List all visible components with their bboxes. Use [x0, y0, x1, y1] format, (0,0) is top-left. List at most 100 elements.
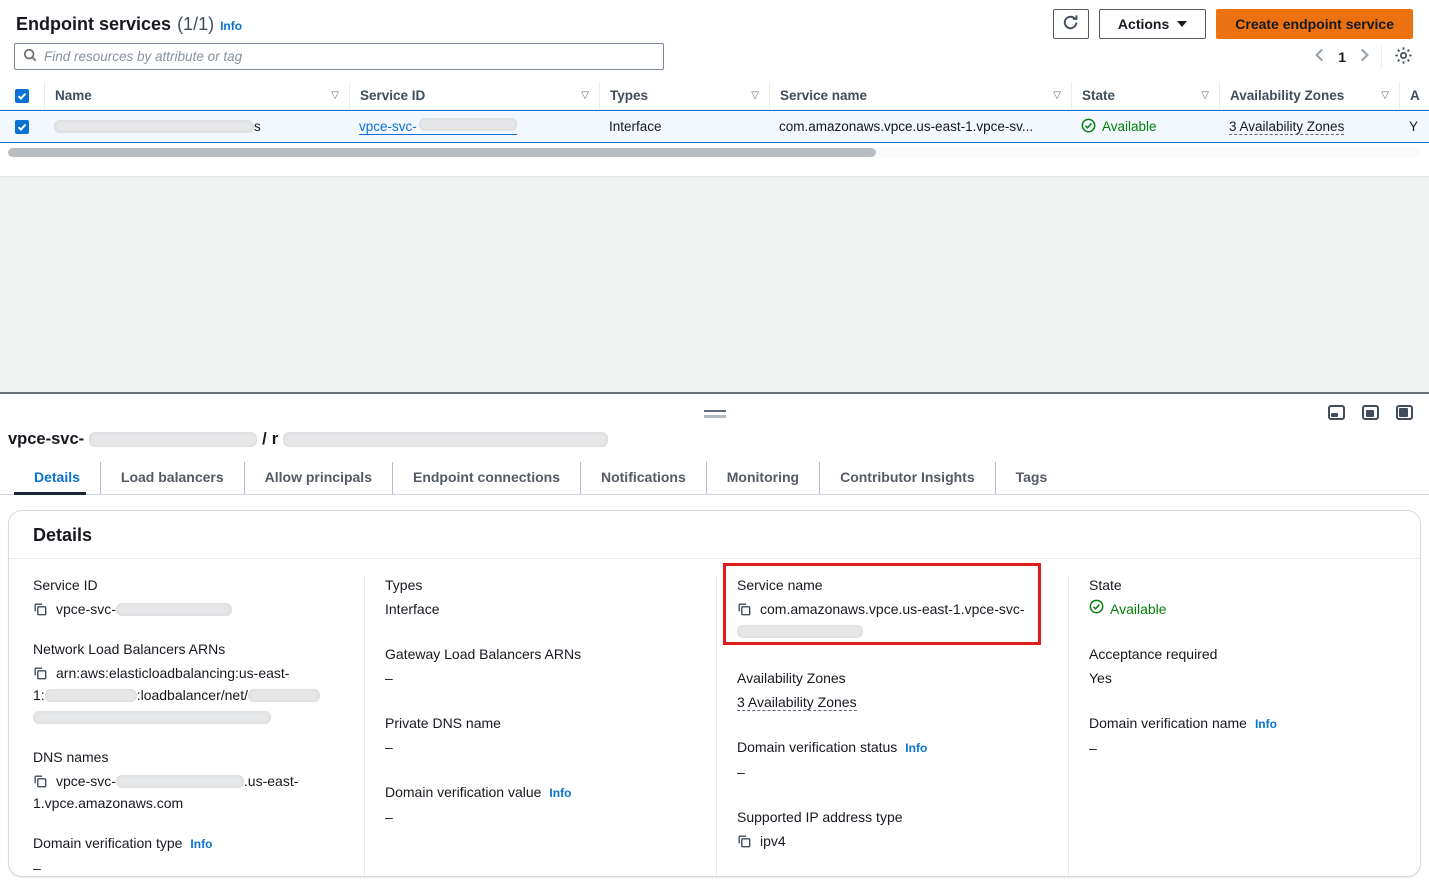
column-header-availability-zones[interactable]: Availability Zones ▽	[1219, 82, 1399, 109]
horizontal-scrollbar	[8, 147, 1421, 158]
field-label: Domain verification nameInfo	[1089, 713, 1400, 734]
split-panel: vpce-svc- / r Details Load balancers All…	[0, 392, 1429, 884]
refresh-button[interactable]	[1053, 9, 1089, 39]
field-label: Domain verification statusInfo	[737, 737, 1048, 758]
details-column-1: Service ID vpce-svc- Network Load Balanc…	[9, 575, 364, 877]
column-label: Types	[610, 88, 648, 103]
field-acceptance-required: Acceptance required Yes	[1089, 644, 1400, 689]
column-header-name[interactable]: Name ▽	[44, 82, 349, 109]
state-text: Available	[1110, 598, 1167, 620]
tab-label: Tags	[1016, 469, 1048, 485]
field-label: Supported IP address type	[737, 807, 1048, 827]
tab-allow-principals[interactable]: Allow principals	[244, 462, 392, 494]
details-column-3: Service name com.amazonaws.vpce.us-east-…	[716, 575, 1068, 877]
create-endpoint-service-button[interactable]: Create endpoint service	[1216, 9, 1413, 39]
select-all-checkbox[interactable]	[15, 89, 29, 103]
copy-ip-type-button[interactable]	[737, 834, 751, 851]
tab-endpoint-connections[interactable]: Endpoint connections	[392, 462, 580, 494]
panel-medium-icon	[1366, 410, 1374, 417]
next-page-button[interactable]	[1358, 46, 1371, 67]
field-domain-verification-type: Domain verification typeInfo –	[33, 833, 344, 877]
info-link[interactable]: Info	[1255, 717, 1277, 731]
field-glb-arns: Gateway Load Balancers ARNs –	[385, 644, 696, 689]
field-label: Types	[385, 575, 696, 595]
endpoint-services-table: Name ▽ Service ID ▽ Types ▽ Service name…	[0, 82, 1429, 143]
search-input[interactable]	[44, 49, 655, 64]
tab-load-balancers[interactable]: Load balancers	[100, 462, 244, 494]
service-id-link[interactable]: vpce-svc-	[359, 118, 517, 135]
copy-icon	[33, 776, 47, 791]
tab-monitoring[interactable]: Monitoring	[706, 462, 819, 494]
field-label: Domain verification valueInfo	[385, 782, 696, 803]
caret-down-icon	[1177, 21, 1187, 27]
table-row[interactable]: s vpce-svc- Interface com.amazonaws.vpce…	[0, 110, 1429, 143]
cell-state: Available	[1071, 111, 1219, 142]
copy-service-name-button[interactable]	[737, 602, 751, 619]
column-label: A	[1410, 88, 1420, 103]
info-link[interactable]: Info	[190, 837, 212, 851]
row-checkbox[interactable]	[15, 120, 29, 134]
column-header-service-id[interactable]: Service ID ▽	[349, 82, 599, 109]
field-service-name: Service name com.amazonaws.vpce.us-east-…	[737, 575, 1048, 642]
refresh-icon	[1062, 14, 1079, 34]
redacted-text	[116, 775, 244, 788]
copy-nlb-arn-button[interactable]	[33, 666, 47, 683]
title-group: Endpoint services (1/1) Info	[16, 14, 242, 35]
search-box[interactable]	[14, 43, 664, 70]
list-header: Endpoint services (1/1) Info Actions	[0, 0, 1429, 41]
previous-page-button[interactable]	[1313, 46, 1326, 67]
paginator: 1	[1313, 46, 1415, 68]
paginator-divider	[1381, 46, 1382, 68]
list-toolbar: 1	[0, 41, 1429, 70]
page-number-button[interactable]: 1	[1336, 49, 1348, 65]
column-header-state[interactable]: State ▽	[1071, 82, 1219, 109]
state-value: Available	[1102, 119, 1157, 134]
tab-label: Allow principals	[265, 469, 372, 485]
tab-label: Load balancers	[121, 469, 224, 485]
column-label: State	[1082, 88, 1115, 103]
select-all-cell	[0, 82, 44, 109]
details-columns: Service ID vpce-svc- Network Load Balanc…	[9, 559, 1420, 877]
sort-icon: ▽	[581, 90, 589, 101]
header-info-link[interactable]: Info	[220, 19, 242, 33]
availability-zones-link[interactable]: 3 Availability Zones	[1229, 119, 1344, 135]
sort-icon: ▽	[1201, 90, 1209, 101]
redacted-title-id	[89, 432, 257, 447]
field-value: vpce-svc-	[33, 598, 344, 620]
panel-layout-small-button[interactable]	[1328, 405, 1345, 420]
panel-large-icon	[1399, 408, 1408, 417]
tab-notifications[interactable]: Notifications	[580, 462, 706, 494]
panel-layout-large-button[interactable]	[1396, 405, 1413, 420]
column-label: Service ID	[360, 88, 425, 103]
tab-tags[interactable]: Tags	[995, 462, 1068, 494]
nlb-arn-text: arn:aws:elasticloadbalancing:us-east-	[56, 665, 289, 681]
field-value: ipv4	[737, 830, 1048, 852]
field-nlb-arns: Network Load Balancers ARNs arn:aws:elas…	[33, 639, 344, 728]
panel-layout-medium-button[interactable]	[1362, 405, 1379, 420]
panel-title-suffix: r	[272, 430, 278, 449]
tab-contributor-insights[interactable]: Contributor Insights	[819, 462, 995, 494]
availability-zones-link[interactable]: 3 Availability Zones	[737, 694, 857, 711]
tab-details[interactable]: Details	[14, 462, 100, 494]
info-link[interactable]: Info	[905, 741, 927, 755]
dns-text: .us-east-	[244, 773, 298, 789]
column-header-acceptance[interactable]: A	[1399, 82, 1429, 109]
redacted-text	[33, 711, 271, 724]
column-header-types[interactable]: Types ▽	[599, 82, 769, 109]
field-value: –	[33, 857, 344, 877]
column-header-service-name[interactable]: Service name ▽	[769, 82, 1071, 109]
actions-button[interactable]: Actions	[1099, 9, 1206, 39]
redacted-text	[45, 689, 137, 702]
split-panel-controls	[1328, 405, 1413, 420]
copy-dns-name-button[interactable]	[33, 774, 47, 791]
panel-title-prefix: vpce-svc-	[8, 430, 84, 449]
copy-service-id-button[interactable]	[33, 602, 47, 619]
info-link[interactable]: Info	[549, 786, 571, 800]
cell-acceptance: Y	[1399, 111, 1429, 142]
horizontal-scrollbar-thumb[interactable]	[8, 148, 876, 157]
preferences-gear-button[interactable]	[1392, 46, 1415, 68]
field-label: Gateway Load Balancers ARNs	[385, 644, 696, 664]
copy-icon	[737, 604, 751, 619]
field-value: –	[385, 667, 696, 689]
split-panel-drag-handle[interactable]	[704, 410, 726, 418]
